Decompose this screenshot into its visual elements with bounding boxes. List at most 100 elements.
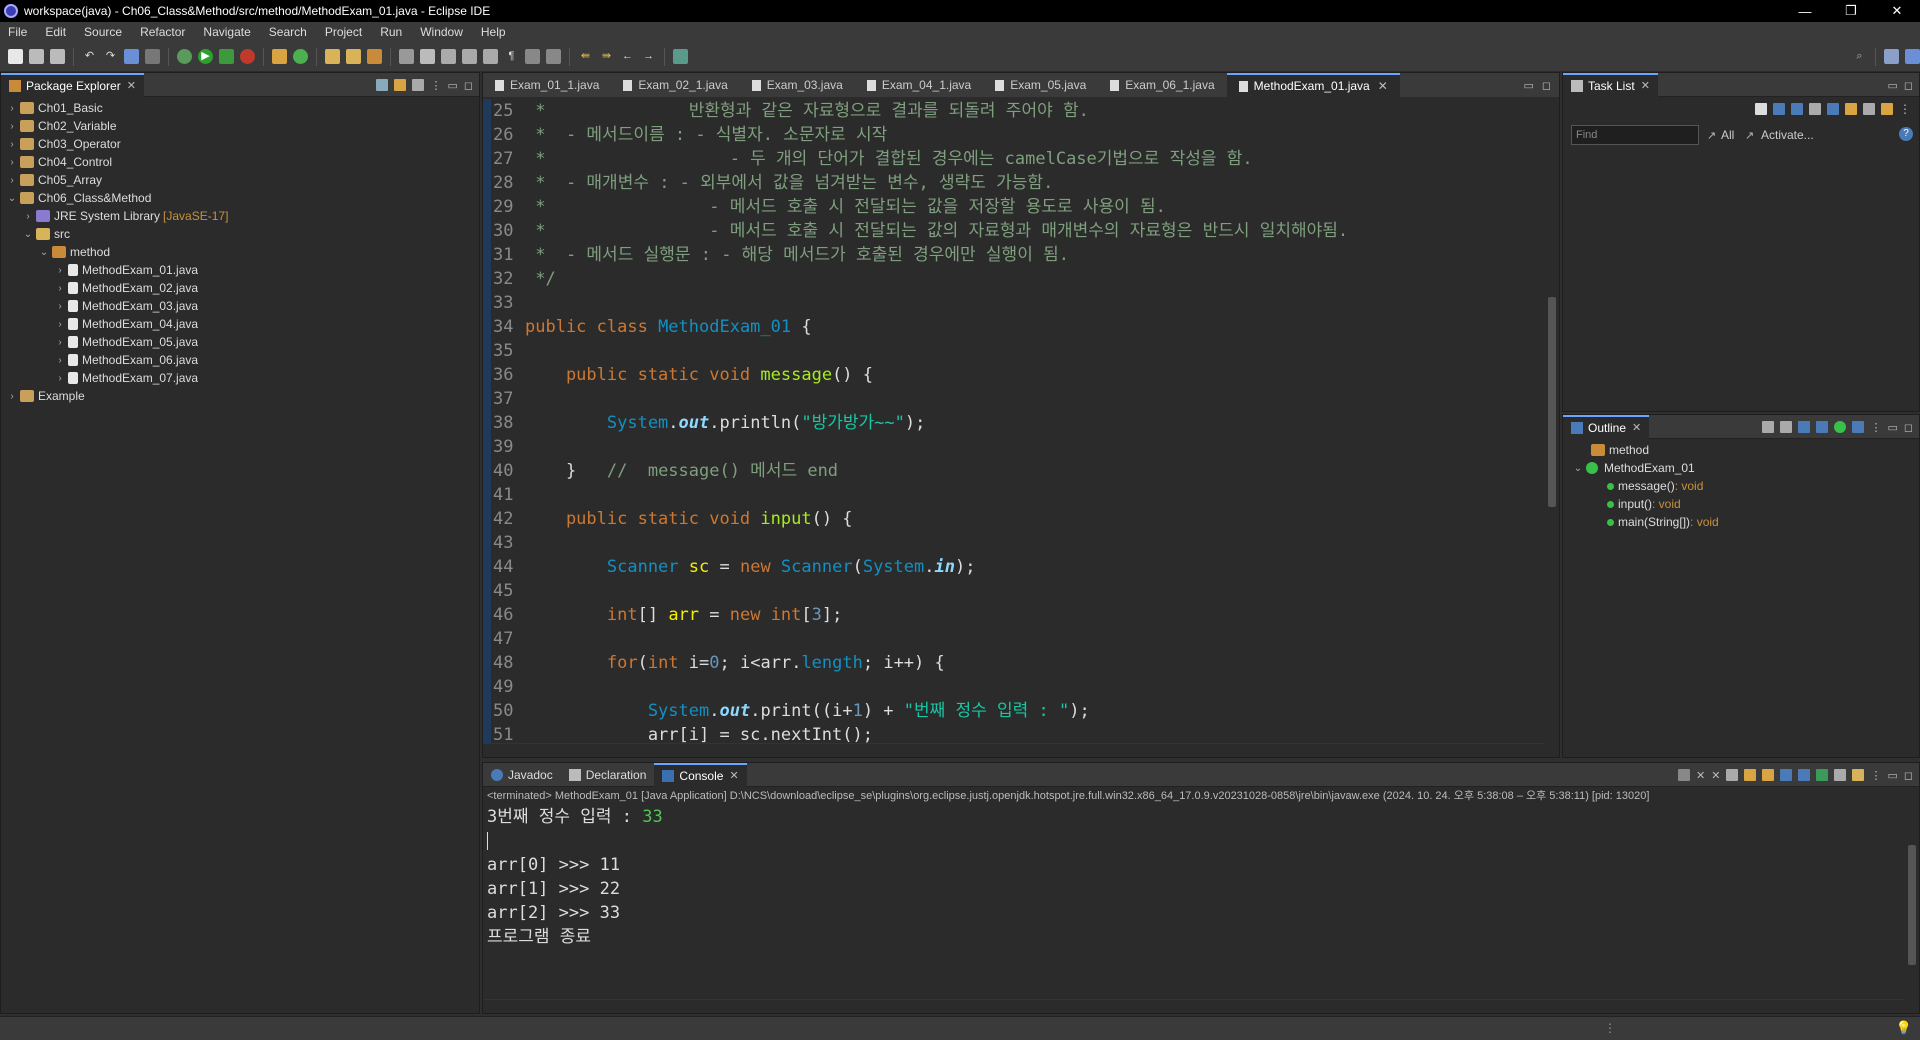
collapse-all-icon[interactable] [1780,421,1793,433]
outline-member[interactable]: message() : void [1563,477,1919,495]
minimize-view-icon[interactable]: ▭ [1887,79,1897,92]
new-class-icon[interactable] [293,49,308,64]
open-task-icon[interactable] [346,49,361,64]
terminate-icon[interactable] [1678,769,1691,781]
back-icon[interactable]: ← [620,49,635,64]
menu-run[interactable]: Run [380,25,402,39]
maximize-view-icon[interactable]: ◻ [1904,79,1913,92]
skip-breakpoints-icon[interactable] [145,49,160,64]
minimize-view-icon[interactable]: ▭ [1887,769,1897,782]
chevron-right-icon[interactable]: › [55,265,65,276]
editor-horizontal-scrollbar[interactable] [483,743,1545,757]
synchronize-icon[interactable] [1809,103,1821,115]
menu-source[interactable]: Source [84,25,122,39]
menu-navigate[interactable]: Navigate [203,25,250,39]
prev-annotation-icon[interactable] [546,49,561,64]
view-menu-icon[interactable]: ⋮ [1899,102,1911,116]
remove-launch-icon[interactable]: ✕ [1696,769,1705,782]
maximize-view-icon[interactable]: ◻ [1904,769,1913,782]
toggle-annotation-icon[interactable] [399,49,414,64]
editor-vertical-scrollbar[interactable] [1545,97,1559,743]
activate-link[interactable]: Activate... [1761,128,1814,142]
tree-item[interactable]: › JRE System Library [JavaSE-17] [1,207,479,225]
chevron-down-icon[interactable]: ⌄ [23,229,33,240]
filter-icon[interactable] [412,79,425,91]
chevron-down-icon[interactable]: ⌄ [1573,463,1583,474]
menu-edit[interactable]: Edit [45,25,66,39]
link-with-editor-icon[interactable] [394,79,407,91]
task-find-input[interactable]: Find [1571,125,1699,145]
editor-tab[interactable]: Exam_06_1.java [1098,73,1226,97]
chevron-right-icon[interactable]: › [7,103,17,114]
display-console-icon[interactable] [1816,769,1829,781]
minimize-button[interactable]: — [1782,4,1828,19]
collapse-all-icon[interactable] [376,79,389,91]
focus-icon[interactable] [1845,103,1857,115]
editor-tab[interactable]: Exam_01_1.java [483,73,611,97]
editor-tab-active[interactable]: MethodExam_01.java ✕ [1226,73,1400,97]
menu-search[interactable]: Search [269,25,307,39]
next-edit-icon[interactable]: ⇛ [599,49,614,64]
chevron-right-icon[interactable]: › [55,301,65,312]
new-java-project-icon[interactable] [272,49,287,64]
forward-icon[interactable]: → [641,49,656,64]
show-whitespace-icon[interactable] [483,49,498,64]
open-console-icon[interactable] [1834,769,1847,781]
tree-item[interactable]: › MethodExam_01.java [1,261,479,279]
tab-javadoc[interactable]: Javadoc [483,763,561,787]
menu-refactor[interactable]: Refactor [140,25,185,39]
minimize-view-icon[interactable]: ▭ [447,79,457,92]
debug-icon[interactable] [177,49,192,64]
paragraph-icon[interactable]: ¶ [504,49,519,64]
console-vertical-scrollbar[interactable] [1905,805,1919,999]
schedule-icon[interactable] [1791,103,1803,115]
tree-item[interactable]: › MethodExam_05.java [1,333,479,351]
chevron-right-icon[interactable]: › [7,139,17,150]
tab-declaration[interactable]: Declaration [561,763,655,787]
chevron-right-icon[interactable]: › [55,319,65,330]
hide-fields-icon[interactable] [1798,421,1811,433]
tab-package-explorer[interactable]: Package Explorer ✕ [1,72,144,97]
tree-item[interactable]: › Example [1,387,479,405]
coverage-icon[interactable] [219,49,234,64]
chevron-right-icon[interactable]: › [23,211,33,222]
tree-item[interactable]: ⌄ method [1,243,479,261]
pin-console-icon[interactable] [1798,769,1811,781]
menu-project[interactable]: Project [325,25,362,39]
hide-local-types-icon[interactable] [1852,421,1865,433]
pin-editor-icon[interactable] [673,49,688,64]
outline-class[interactable]: ⌄ MethodExam_01 [1563,459,1919,477]
code-area[interactable]: 25 * 반환형과 같은 자료형으로 결과를 되돌려 주어야 함. 26 * -… [483,99,1545,743]
close-icon[interactable]: ✕ [729,769,738,782]
console-horizontal-scrollbar[interactable] [483,999,1905,1013]
chevron-right-icon[interactable]: › [7,157,17,168]
minimize-view-icon[interactable]: ▭ [1887,421,1897,434]
close-icon[interactable]: ✕ [127,79,136,92]
scrollbar-thumb[interactable] [1548,297,1556,507]
close-icon[interactable]: ✕ [1632,421,1641,434]
hide-static-icon[interactable] [1816,421,1829,433]
categorize-icon[interactable] [1773,103,1785,115]
maximize-button[interactable]: ❐ [1828,3,1874,19]
run-icon[interactable]: ▶ [198,49,213,64]
tree-item[interactable]: ⌄ src [1,225,479,243]
menu-file[interactable]: File [8,25,27,39]
show-console-icon[interactable] [1780,769,1793,781]
mark-occurrences-icon[interactable] [420,49,435,64]
view-menu-icon[interactable]: ⋮ [1870,421,1881,434]
maximize-view-icon[interactable]: ◻ [1904,421,1913,434]
chevron-right-icon[interactable]: › [7,121,17,132]
sort-icon[interactable] [1762,421,1775,433]
close-button[interactable]: ✕ [1874,3,1920,19]
word-wrap-icon[interactable] [1744,769,1757,781]
terminal-icon[interactable] [124,49,139,64]
all-filter-arrow-icon[interactable]: ↗ [1707,129,1716,142]
editor-tab[interactable]: Exam_05.java [983,73,1098,97]
tab-task-list[interactable]: Task List ✕ [1563,72,1658,97]
view-menu-icon[interactable]: ⋮ [1870,769,1881,782]
new-icon[interactable] [8,49,23,64]
next-annotation-icon[interactable] [525,49,540,64]
chevron-down-icon[interactable]: ⌄ [39,247,49,258]
search-global-icon[interactable]: ⌕ [1852,49,1867,64]
tree-item[interactable]: › MethodExam_07.java [1,369,479,387]
